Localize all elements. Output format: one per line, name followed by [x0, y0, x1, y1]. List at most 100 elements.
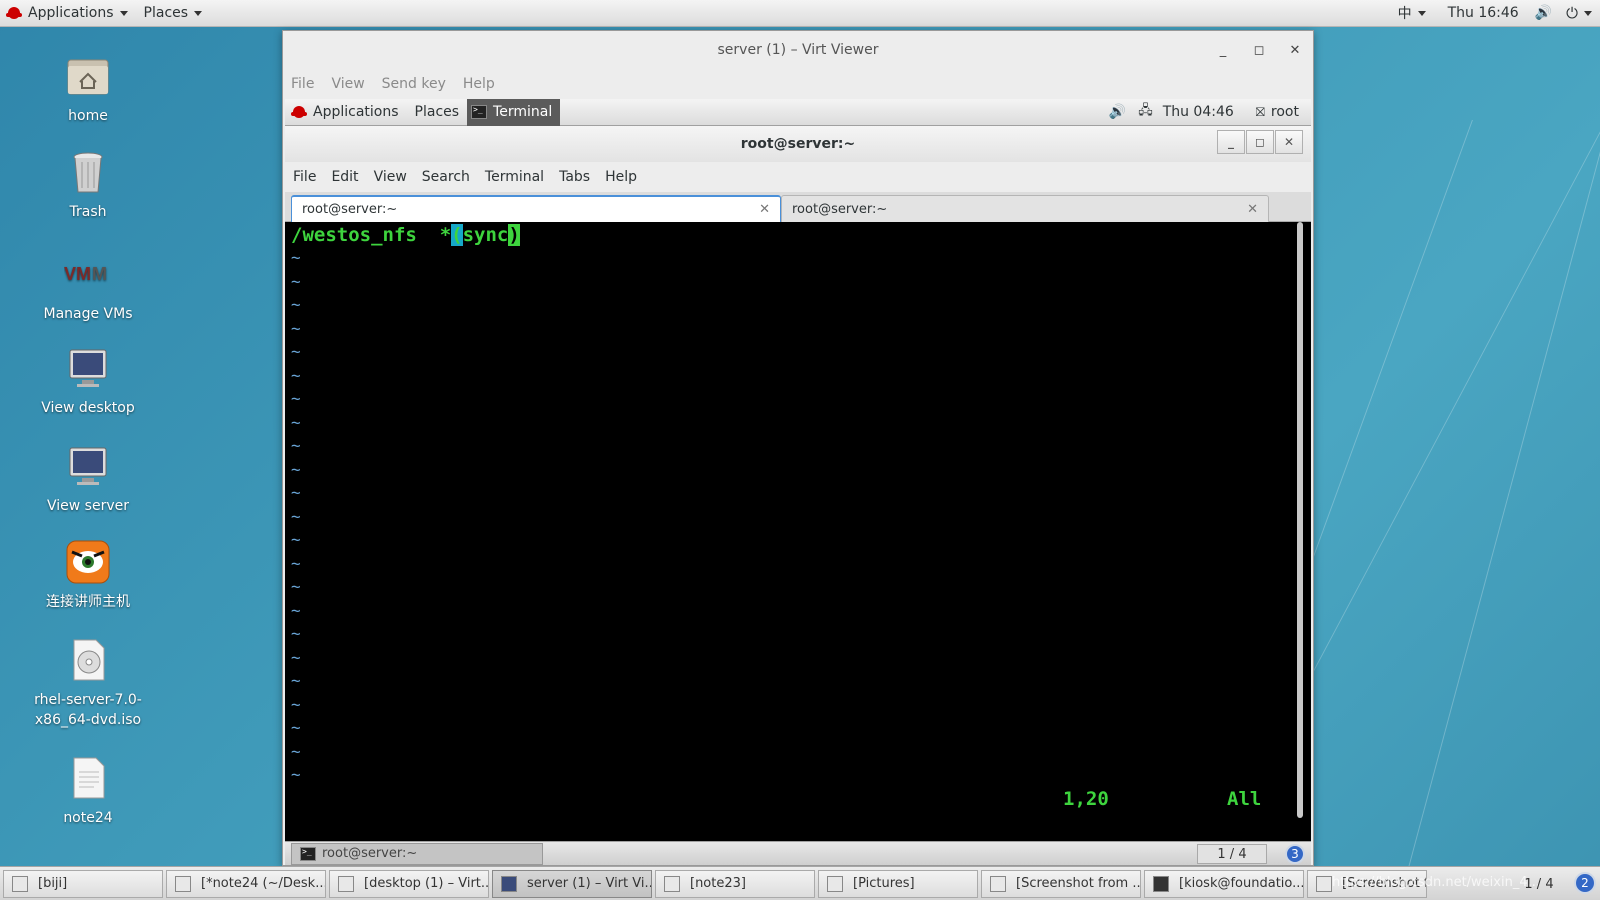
terminal-menu-file[interactable]: File [293, 169, 316, 185]
terminal-close-button[interactable]: ✕ [1275, 130, 1303, 154]
desktop-icon-label: Manage VMs [43, 306, 133, 322]
host-pager-label: 1 / 4 [1524, 876, 1554, 892]
monitor-icon [64, 442, 112, 490]
terminal-scrollbar[interactable] [1297, 222, 1303, 818]
file-manager-icon [664, 875, 680, 892]
tab-label: root@server:~ [792, 201, 888, 217]
desktop-icon-view-desktop[interactable]: View desktop [24, 344, 152, 418]
desktop-icon-label: rhel-server-7.0-x86_64-dvd.iso [34, 692, 142, 728]
vim-scroll-status: All [1227, 788, 1262, 810]
host-workspace-pager[interactable]: 1 / 4 [1516, 871, 1562, 897]
desktop-icon-label: View desktop [41, 400, 135, 416]
volume-icon: 🔊 [1534, 5, 1553, 21]
tab-root-server-1[interactable]: root@server:~ ✕ [291, 195, 781, 222]
chevron-down-icon [1584, 10, 1592, 16]
terminal-titlebar[interactable]: root@server:~ _ ◻ ✕ [285, 126, 1311, 162]
chevron-down-icon [1417, 10, 1426, 16]
minimize-button[interactable]: _ [1205, 31, 1241, 69]
guest-bottom-bar: root@server:~ 1 / 4 3 [285, 841, 1311, 865]
terminal-icon [300, 846, 316, 861]
text-file-icon [64, 754, 112, 802]
guest-notification-count: 3 [1291, 847, 1299, 861]
taskbar-item-biji[interactable]: [biji] [3, 869, 163, 898]
close-button[interactable]: ✕ [1277, 31, 1313, 69]
host-top-bar: Applications Places 中 Thu 16:46 🔊 ⏻ [0, 0, 1600, 27]
guest-workspace-pager[interactable]: 1 / 4 [1197, 844, 1267, 864]
taskbar-item-note24[interactable]: [*note24 (~/Desk... [166, 869, 326, 898]
terminal-window: root@server:~ _ ◻ ✕ File Edit View Searc… [285, 126, 1311, 841]
desktop-icon-rhel-iso[interactable]: rhel-server-7.0-x86_64-dvd.iso [24, 636, 152, 730]
system-status-menu[interactable]: 🔊 ⏻ [1527, 0, 1600, 27]
terminal-menu-help[interactable]: Help [605, 169, 637, 185]
maximize-button[interactable]: ◻ [1241, 31, 1277, 69]
redhat-logo-icon [291, 106, 307, 118]
vim-tilde: ~ [291, 389, 301, 408]
desktop-icon-label: note24 [63, 810, 113, 826]
taskbar-item-server-viewer[interactable]: server (1) – Virt Vi... [492, 869, 652, 898]
monitor-icon [64, 344, 112, 392]
taskbar-item-kiosk-terminal[interactable]: [kiosk@foundatio... [1144, 869, 1304, 898]
terminal-menu-view[interactable]: View [374, 169, 407, 185]
taskbar-item-note23[interactable]: [note23] [655, 869, 815, 898]
desktop-icon-manage-vms[interactable]: VM M Manage VMs [24, 250, 152, 324]
menu-file[interactable]: File [291, 76, 314, 92]
vim-line-1: /westos_nfs *(sync) [291, 224, 520, 246]
vim-tilde: ~ [291, 342, 301, 361]
desktop-icon-view-server[interactable]: View server [24, 442, 152, 516]
taskbar-item-desktop-viewer[interactable]: [desktop (1) – Virt... [329, 869, 489, 898]
disc-icon [64, 636, 112, 684]
virt-viewer-titlebar[interactable]: server (1) – Virt Viewer _ ◻ ✕ [283, 31, 1313, 69]
guest-notification-badge[interactable]: 3 [1285, 844, 1305, 864]
guest-taskbar-terminal[interactable]: root@server:~ [291, 842, 543, 865]
guest-display[interactable]: Applications Places Terminal 🔊 🖧 Thu 04:… [285, 99, 1311, 865]
home-folder-icon [64, 52, 112, 100]
watermark-text: https://blog.csdn.net/weixin_4... [1331, 875, 1540, 890]
desktop-icon-home[interactable]: home [24, 52, 152, 126]
desktop-icon-trash[interactable]: Trash [24, 148, 152, 222]
tab-root-server-2[interactable]: root@server:~ ✕ [781, 195, 1269, 222]
host-clock[interactable]: Thu 16:46 [1440, 0, 1527, 27]
terminal-menu-edit[interactable]: Edit [331, 169, 358, 185]
guest-user-menu[interactable]: root [1271, 104, 1299, 120]
taskbar-label: [note23] [690, 876, 746, 891]
volume-icon[interactable]: 🔊 [1109, 104, 1126, 120]
terminal-minimize-button[interactable]: _ [1217, 130, 1245, 154]
vim-tilde: ~ [291, 694, 301, 714]
close-tab-icon[interactable]: ✕ [759, 202, 770, 217]
guest-places-label: Places [414, 104, 460, 120]
taskbar-label: [Pictures] [853, 876, 915, 891]
virt-viewer-window: server (1) – Virt Viewer _ ◻ ✕ File View… [282, 30, 1314, 866]
host-notification-badge[interactable]: 2 [1574, 872, 1596, 894]
taskbar-label: [biji] [38, 876, 68, 891]
tiger-icon [64, 538, 112, 586]
guest-terminal-task[interactable]: Terminal [467, 99, 561, 126]
file-manager-icon [827, 875, 843, 892]
menu-help[interactable]: Help [463, 76, 495, 92]
terminal-menu-search[interactable]: Search [422, 169, 470, 185]
close-tab-icon[interactable]: ✕ [1247, 202, 1258, 217]
terminal-menu-terminal[interactable]: Terminal [485, 169, 544, 185]
desktop-icon-label: Trash [69, 204, 107, 220]
host-applications-menu[interactable]: Applications [0, 0, 136, 27]
guest-places-menu[interactable]: Places [407, 99, 468, 126]
taskbar-item-pictures[interactable]: [Pictures] [818, 869, 978, 898]
terminal-content[interactable]: /westos_nfs *(sync) ~ ~ ~ ~ ~ ~ ~ ~ ~ ~ ~ ~ ~ ~ ~ ~ ~ ~ ~ ~… [285, 222, 1311, 841]
virt-viewer-icon [501, 875, 517, 892]
network-icon[interactable]: 🖧 [1138, 101, 1153, 123]
host-places-label: Places [143, 5, 189, 21]
taskbar-label: [desktop (1) – Virt... [364, 876, 489, 891]
host-places-menu[interactable]: Places [136, 0, 211, 27]
menu-view[interactable]: View [331, 76, 364, 92]
vim-tilde: ~ [291, 506, 301, 526]
guest-clock[interactable]: Thu 04:46 [1163, 104, 1234, 120]
desktop-icon-connect-teacher[interactable]: 连接讲师主机 [24, 538, 152, 612]
guest-applications-menu[interactable]: Applications [285, 99, 407, 126]
terminal-menu-tabs[interactable]: Tabs [559, 169, 590, 185]
input-method-menu[interactable]: 中 [1390, 0, 1434, 27]
taskbar-item-screenshot-1[interactable]: [Screenshot from ... [981, 869, 1141, 898]
menu-send-key[interactable]: Send key [382, 76, 446, 92]
terminal-maximize-button[interactable]: ◻ [1246, 130, 1274, 154]
virt-viewer-icon [338, 875, 354, 892]
desktop-icon-note24[interactable]: note24 [24, 754, 152, 828]
desktop-icon-label: home [68, 108, 108, 124]
